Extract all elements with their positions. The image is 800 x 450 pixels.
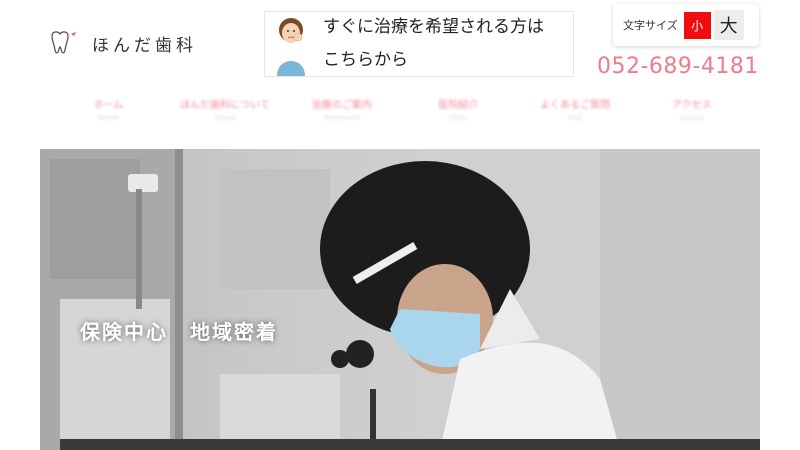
dentist-photo: [40, 149, 760, 450]
font-size-switcher: 文字サイズ 小 大: [613, 4, 759, 46]
font-size-large-button[interactable]: 大: [713, 10, 744, 40]
tooth-icon: [48, 30, 78, 56]
nav-item-home[interactable]: ホーム Home: [50, 96, 167, 132]
nav-item-clinic[interactable]: 医院紹介 Clinic: [400, 96, 517, 132]
cta-line-1: すぐに治療を希望される方は: [323, 17, 544, 37]
nav-item-access[interactable]: アクセス Access: [633, 96, 750, 132]
cta-line-2: こちらから: [323, 50, 408, 70]
hero-caption: 保険中心 地域密着: [80, 320, 278, 344]
global-nav: ホーム Home ほんだ歯科について About 治療のご案内 Treatmen…: [50, 96, 750, 132]
hero-image: 保険中心 地域密着: [40, 149, 760, 450]
nav-item-treatment[interactable]: 治療のご案内 Treatment: [283, 96, 400, 132]
logo-text: ほんだ歯科: [92, 35, 197, 56]
site-logo[interactable]: ほんだ歯科: [48, 30, 197, 56]
font-size-small-button[interactable]: 小: [683, 11, 711, 39]
nav-item-faq[interactable]: よくあるご質問 FAQ: [517, 96, 634, 132]
phone-number[interactable]: 052-689-4181: [597, 54, 759, 79]
urgent-treatment-banner[interactable]: すぐに治療を希望される方は こちらから: [264, 11, 574, 77]
patient-illustration-icon: [269, 12, 315, 76]
font-size-label: 文字サイズ: [623, 19, 678, 32]
nav-item-about[interactable]: ほんだ歯科について About: [167, 96, 284, 132]
